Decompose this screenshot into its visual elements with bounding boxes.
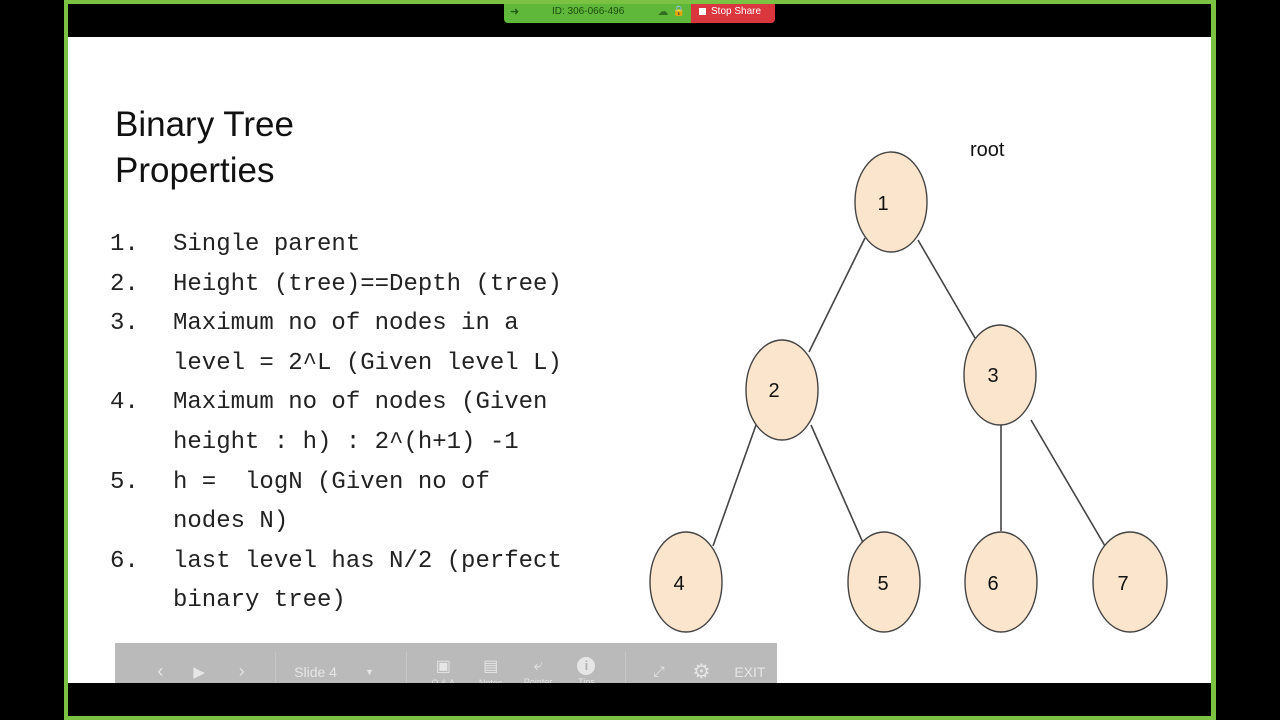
gear-icon: ⚙ xyxy=(692,661,711,683)
exit-button[interactable]: EXIT xyxy=(723,664,777,680)
edge-2-5 xyxy=(810,424,865,546)
slide: Binary Tree Properties 1. Single parent 2… xyxy=(68,37,1211,700)
chevron-left-icon: ‹ xyxy=(157,661,164,681)
screen-share-controls: ➜ ID: 306-066-496 ☁ 🔒 Stop Share xyxy=(504,4,775,23)
tree-node-1 xyxy=(854,151,928,253)
tree-node-label-1: 1 xyxy=(877,193,888,215)
tree-node-6 xyxy=(964,531,1038,633)
collapse-icon: ⤢ xyxy=(653,663,665,679)
cloud-icon: ☁ xyxy=(657,6,669,18)
tree-node-label-6: 6 xyxy=(987,573,998,595)
meeting-info: ➜ ID: 306-066-496 ☁ 🔒 xyxy=(504,4,691,23)
tree-node-label-4: 4 xyxy=(673,573,684,595)
laser-pointer-icon: ⤶ xyxy=(533,656,543,674)
lightning-icon: ➜ xyxy=(510,6,520,18)
tree-node-label-2: 2 xyxy=(768,380,779,402)
tips-button[interactable]: i Tips xyxy=(562,656,610,687)
edge-2-4 xyxy=(712,424,757,547)
play-button[interactable]: ▶ xyxy=(178,663,221,681)
next-slide-button[interactable]: › xyxy=(220,661,263,682)
edge-1-3 xyxy=(917,239,976,339)
stop-icon xyxy=(699,8,706,15)
tree-node-7 xyxy=(1092,531,1168,633)
play-icon: ▶ xyxy=(193,663,205,681)
tree-node-3 xyxy=(963,324,1037,426)
stop-share-button[interactable]: Stop Share xyxy=(691,4,775,23)
exit-fullscreen-button[interactable]: ⤢ xyxy=(638,663,681,680)
binary-tree-diagram: 1 2 3 4 5 6 7 xyxy=(649,151,1168,633)
tree-node-label-7: 7 xyxy=(1117,573,1128,595)
tree-node-2 xyxy=(745,339,819,441)
lock-icon: 🔒 xyxy=(672,6,685,17)
chat-bubbles-icon: ▣ xyxy=(435,657,451,675)
edge-3-7 xyxy=(1030,419,1106,547)
slide-selector[interactable]: Slide 4 ▼ xyxy=(276,664,392,680)
meeting-id: ID: 306-066-496 xyxy=(552,6,625,17)
shared-screen: Binary Tree Properties 1. Single parent 2… xyxy=(68,4,1211,716)
previous-slide-button[interactable]: ‹ xyxy=(143,661,178,682)
tree-node-4 xyxy=(649,531,723,633)
info-icon: i xyxy=(577,656,596,675)
bottom-black-bar xyxy=(68,683,1211,716)
settings-button[interactable]: ⚙ xyxy=(680,659,723,684)
chevron-right-icon: › xyxy=(238,661,245,681)
exit-label: EXIT xyxy=(734,663,766,680)
pointer-button[interactable]: ⤶ Pointer xyxy=(514,657,562,687)
tree-node-label-5: 5 xyxy=(877,573,888,595)
tree-node-label-3: 3 xyxy=(987,365,998,387)
notes-icon: ▤ xyxy=(483,657,499,675)
edge-1-2 xyxy=(808,237,866,353)
stop-share-label: Stop Share xyxy=(711,6,762,17)
caret-down-icon: ▼ xyxy=(364,666,374,677)
slide-selector-label: Slide 4 xyxy=(294,663,337,680)
